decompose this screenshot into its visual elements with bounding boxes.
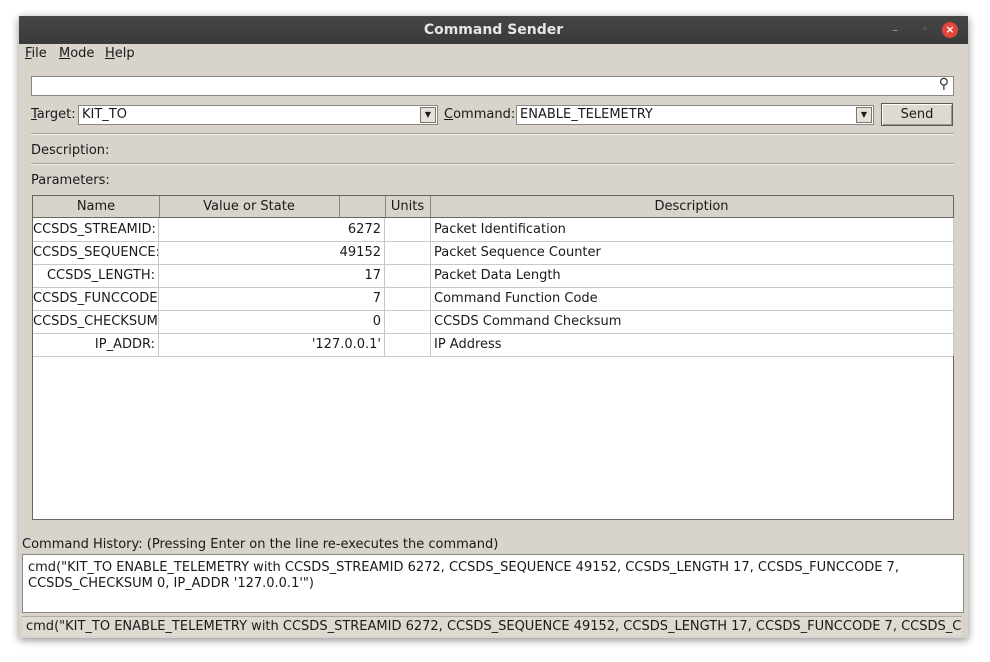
maximize-icon[interactable]: ◦ [917,22,933,38]
param-description: Packet Data Length [431,264,954,287]
param-units [385,264,431,287]
menu-help[interactable]: Help [105,46,135,61]
menu-file[interactable]: File [25,46,47,61]
table-row[interactable]: CCSDS_CHECKSUM: 0 CCSDS Command Checksum [33,310,954,334]
separator [31,163,954,165]
separator [31,133,954,135]
description-label: Description: [31,143,110,158]
header-units[interactable]: Units [385,196,431,217]
param-units [385,333,431,356]
search-icon[interactable]: ⚲ [939,76,949,92]
param-value[interactable]: 49152 [159,241,385,264]
search-input[interactable]: ⚲ [31,76,954,96]
header-name[interactable]: Name [33,196,160,217]
param-name: CCSDS_SEQUENCE: [33,241,159,264]
param-name: CCSDS_STREAMID: [33,218,159,241]
command-history[interactable]: cmd("KIT_TO ENABLE_TELEMETRY with CCSDS_… [22,554,964,613]
param-name: CCSDS_CHECKSUM: [33,310,159,333]
param-value[interactable]: '127.0.0.1' [159,333,385,356]
param-units [385,218,431,241]
header-description[interactable]: Description [431,196,952,217]
table-row[interactable]: CCSDS_SEQUENCE: 49152 Packet Sequence Co… [33,241,954,265]
param-name: IP_ADDR: [33,333,159,356]
chevron-down-icon[interactable]: ▼ [856,107,872,123]
parameters-label: Parameters: [31,173,110,188]
title-bar[interactable]: Command Sender – ◦ × [19,16,968,44]
command-label: Command: [444,107,516,122]
table-header: Name Value or State Units Description [33,196,953,218]
param-units [385,310,431,333]
status-bar: cmd("KIT_TO ENABLE_TELEMETRY with CCSDS_… [22,616,962,636]
param-description: CCSDS Command Checksum [431,310,954,333]
param-description: Packet Sequence Counter [431,241,954,264]
minimize-icon[interactable]: – [887,22,903,38]
table-row[interactable]: CCSDS_STREAMID: 6272 Packet Identificati… [33,218,954,242]
history-label: Command History: (Pressing Enter on the … [22,537,499,552]
param-value[interactable]: 17 [159,264,385,287]
history-entry[interactable]: cmd("KIT_TO ENABLE_TELEMETRY with CCSDS_… [28,560,956,592]
param-units [385,287,431,310]
param-value[interactable]: 6272 [159,218,385,241]
chevron-down-icon[interactable]: ▼ [420,107,436,123]
command-value: ENABLE_TELEMETRY [520,107,653,122]
target-select[interactable]: KIT_TO ▼ [78,105,438,125]
send-button[interactable]: Send [881,103,953,126]
window-title: Command Sender [423,22,564,38]
header-value[interactable]: Value or State [159,196,340,217]
param-value[interactable]: 7 [159,287,385,310]
status-text: cmd("KIT_TO ENABLE_TELEMETRY with CCSDS_… [26,619,962,634]
param-units [385,241,431,264]
menu-mode[interactable]: Mode [59,46,94,61]
table-row[interactable]: CCSDS_FUNCCODE: 7 Command Function Code [33,287,954,311]
param-name: CCSDS_FUNCCODE: [33,287,159,310]
table-row[interactable]: IP_ADDR: '127.0.0.1' IP Address [33,333,954,357]
command-select[interactable]: ENABLE_TELEMETRY ▼ [516,105,874,125]
header-value-extra[interactable] [340,196,386,217]
menu-bar: File Mode Help [19,44,968,64]
param-description: Command Function Code [431,287,954,310]
param-description: IP Address [431,333,954,356]
param-description: Packet Identification [431,218,954,241]
target-value: KIT_TO [82,107,127,122]
param-value[interactable]: 0 [159,310,385,333]
close-icon[interactable]: × [942,22,958,38]
param-name: CCSDS_LENGTH: [33,264,159,287]
parameters-table[interactable]: Name Value or State Units Description CC… [32,195,954,520]
command-sender-window: Command Sender – ◦ × File Mode Help ⚲ Ta… [19,16,968,638]
target-label: Target: [31,107,76,122]
table-row[interactable]: CCSDS_LENGTH: 17 Packet Data Length [33,264,954,288]
